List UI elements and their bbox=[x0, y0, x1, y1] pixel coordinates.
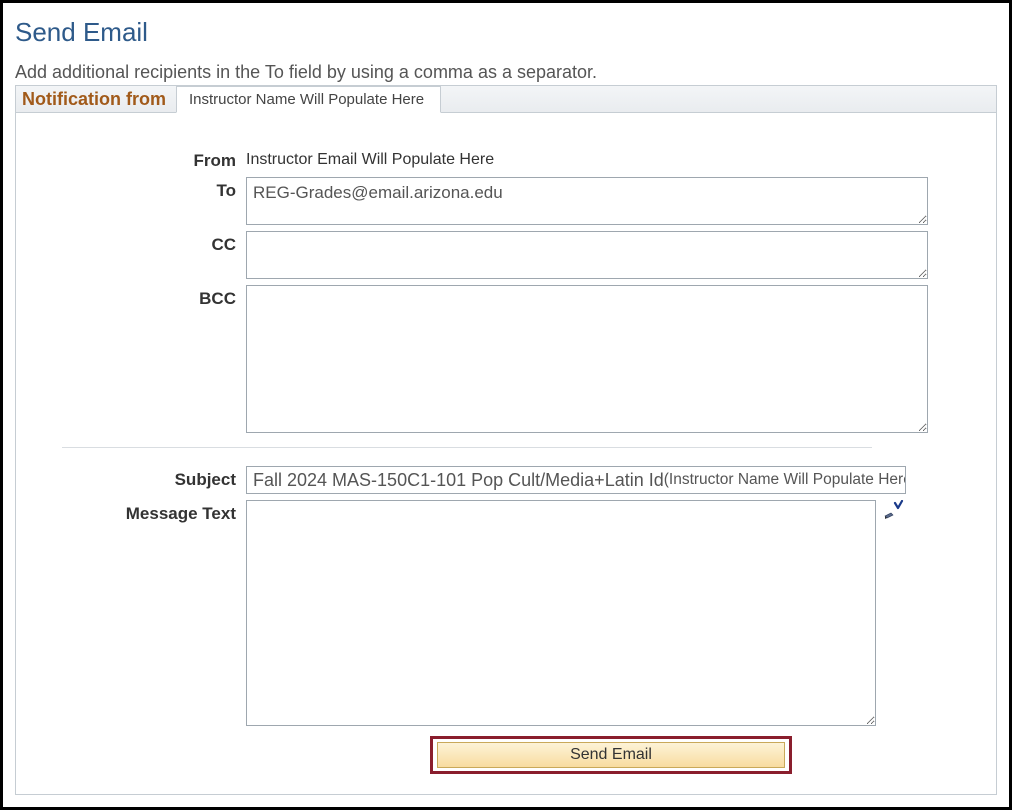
send-button-highlight: Send Email bbox=[430, 736, 792, 774]
from-value: Instructor Email Will Populate Here bbox=[246, 147, 494, 169]
tab-active-label: Instructor Name Will Populate Here bbox=[189, 91, 424, 108]
cc-field[interactable] bbox=[246, 231, 928, 279]
subject-prefix: Fall 2024 MAS-150C1-101 Pop Cult/Media+L… bbox=[253, 470, 664, 491]
subject-paren: (Instructor Name Will Populate Here) bbox=[664, 471, 906, 489]
tab-bar: Notification from Instructor Name Will P… bbox=[15, 85, 997, 113]
message-field[interactable] bbox=[246, 500, 876, 726]
to-label: To bbox=[36, 177, 246, 201]
page-title: Send Email bbox=[15, 17, 997, 48]
instructions-text: Add additional recipients in the To fiel… bbox=[15, 62, 997, 83]
tab-active[interactable]: Instructor Name Will Populate Here bbox=[176, 86, 441, 113]
spellcheck-icon[interactable] bbox=[882, 500, 904, 527]
message-label: Message Text bbox=[36, 500, 246, 524]
email-form: From Instructor Email Will Populate Here… bbox=[15, 113, 997, 795]
bcc-field[interactable] bbox=[246, 285, 928, 433]
cc-label: CC bbox=[36, 231, 246, 255]
send-email-button[interactable]: Send Email bbox=[437, 742, 785, 768]
subject-field[interactable]: Fall 2024 MAS-150C1-101 Pop Cult/Media+L… bbox=[246, 466, 906, 494]
bcc-label: BCC bbox=[36, 285, 246, 309]
divider bbox=[62, 447, 872, 448]
from-label: From bbox=[36, 147, 246, 171]
subject-label: Subject bbox=[36, 466, 246, 490]
to-field[interactable] bbox=[246, 177, 928, 225]
section-label: Notification from bbox=[16, 87, 174, 112]
